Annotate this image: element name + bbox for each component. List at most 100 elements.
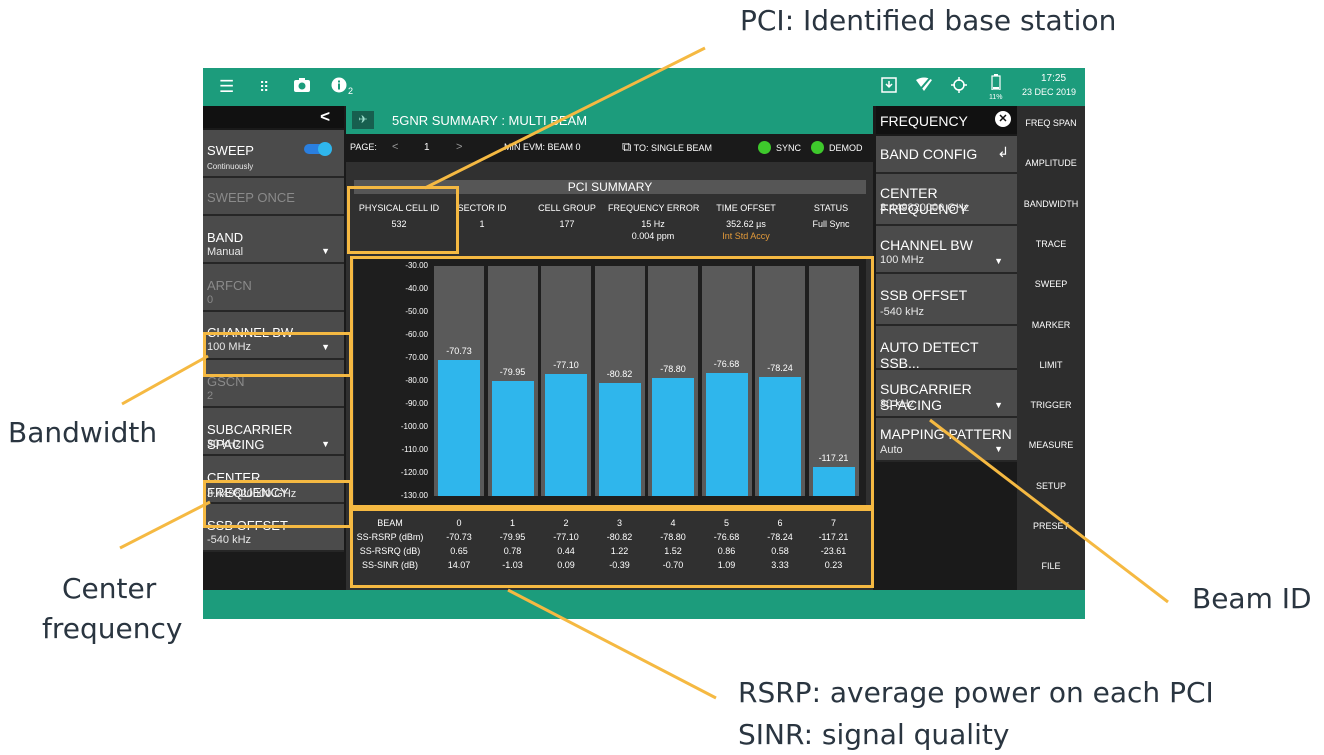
- arfcn-value: 0: [207, 294, 214, 306]
- mapping-pattern-item[interactable]: MAPPING PATTERN Auto ▼: [876, 418, 1017, 462]
- clock-date: 23 DEC 2019: [1022, 87, 1077, 97]
- satellite-icon: ✈: [352, 111, 374, 129]
- back-button[interactable]: <: [203, 106, 344, 128]
- grid-icon[interactable]: ⠿: [259, 79, 269, 96]
- main-menu-strip: FREQ SPAN AMPLITUDE BANDWIDTH TRACE SWEEP MAR…: [1017, 106, 1085, 590]
- chevron-down-icon: ▼: [321, 246, 330, 256]
- gps-icon[interactable]: [951, 77, 967, 98]
- chevron-down-icon: ▼: [994, 256, 1003, 266]
- page-prev-button[interactable]: <: [392, 141, 398, 153]
- rp-ssb-offset-label: SSB OFFSET: [880, 287, 968, 303]
- menu-sweep[interactable]: SWEEP: [1017, 279, 1085, 289]
- sweep-once-label: SWEEP ONCE: [207, 190, 295, 205]
- top-bar: ☰ ⠿ 2 11% 17:25 23 DEC 2019: [203, 68, 1085, 106]
- info-icon[interactable]: [331, 77, 347, 98]
- view-title-bar: ✈ 5GNR SUMMARY : MULTI BEAM: [346, 106, 873, 134]
- rp-center-frequency-value: 3.449820000 GHz: [880, 202, 970, 214]
- demod-label: DEMOD: [829, 143, 863, 153]
- page-bar: PAGE: < 1 > MIN EVM: BEAM 0 ⧉ TO: SINGLE…: [346, 134, 873, 162]
- header-frequency-error: FREQUENCY ERROR: [608, 203, 700, 213]
- clock-time: 17:25: [1041, 73, 1067, 84]
- callout-rsrp: RSRP: average power on each PCI: [738, 676, 1214, 709]
- arfcn-item[interactable]: ARFCN 0: [203, 264, 344, 312]
- min-evm-label: MIN EVM: BEAM 0: [504, 142, 581, 152]
- sweep-item[interactable]: SWEEP Continuously: [203, 130, 344, 178]
- rp-subcarrier-item[interactable]: SUBCARRIER SPACING 30 kHz ▼: [876, 370, 1017, 418]
- chevron-down-icon: ▼: [994, 444, 1003, 454]
- band-item[interactable]: BAND Manual ▼: [203, 216, 344, 264]
- wifi-off-icon[interactable]: [915, 77, 933, 98]
- menu-preset[interactable]: PRESET: [1017, 521, 1085, 531]
- callout-beam-id: Beam ID: [1192, 582, 1312, 615]
- battery-icon: [991, 74, 1001, 95]
- chevron-left-icon: <: [320, 107, 330, 126]
- highlight-channel-bw: [203, 332, 352, 377]
- value-status: Full Sync: [812, 219, 850, 229]
- mapping-pattern-value: Auto: [880, 444, 903, 456]
- rp-subcarrier-value: 30 kHz: [880, 398, 915, 410]
- frequency-panel-header: FREQUENCY ✕: [876, 106, 1017, 134]
- demod-indicator-icon: [811, 141, 824, 154]
- value-time-offset: 352.62 µs: [726, 219, 766, 229]
- view-title: 5GNR SUMMARY : MULTI BEAM: [392, 113, 588, 128]
- sync-indicator-icon: [758, 141, 771, 154]
- external-link-icon: ⧉: [622, 139, 632, 154]
- auto-detect-ssb-button[interactable]: AUTO DETECT SSB...: [876, 326, 1017, 371]
- sweep-once-button[interactable]: SWEEP ONCE: [203, 178, 344, 216]
- subcarrier-value: 30 kHz: [207, 438, 242, 450]
- sync-label: SYNC: [776, 143, 802, 153]
- menu-measure[interactable]: MEASURE: [1017, 440, 1085, 450]
- highlight-center-frequency: [203, 480, 352, 528]
- arfcn-label: ARFCN: [207, 278, 252, 293]
- rp-channel-bw-label: CHANNEL BW: [880, 237, 973, 253]
- header-time-offset: TIME OFFSET: [716, 203, 776, 213]
- chevron-down-icon: ▼: [994, 400, 1003, 410]
- menu-limit[interactable]: LIMIT: [1017, 360, 1085, 370]
- enter-icon: ↲: [997, 144, 1009, 160]
- band-config-button[interactable]: BAND CONFIG ↲: [876, 136, 1017, 174]
- chevron-down-icon: ▼: [321, 439, 330, 449]
- band-value: Manual: [207, 246, 244, 258]
- callout-center-frequency-2: frequency: [42, 612, 183, 645]
- callout-bandwidth: Bandwidth: [8, 416, 158, 449]
- sweep-label: SWEEP: [207, 143, 254, 158]
- menu-freq-span[interactable]: FREQ SPAN: [1017, 118, 1085, 128]
- pci-summary-title: PCI SUMMARY: [567, 180, 653, 194]
- sweep-toggle[interactable]: [304, 142, 332, 156]
- page-label: PAGE:: [350, 142, 377, 152]
- menu-marker[interactable]: MARKER: [1017, 320, 1085, 330]
- value-time-offset-note: Int Std Accy: [722, 231, 770, 241]
- menu-file[interactable]: FILE: [1017, 561, 1085, 571]
- header-cell-group: CELL GROUP: [538, 203, 596, 213]
- close-icon[interactable]: ✕: [995, 111, 1011, 127]
- band-config-label: BAND CONFIG: [880, 146, 978, 162]
- page-value: 1: [424, 142, 430, 153]
- rp-ssb-offset-item[interactable]: SSB OFFSET -540 kHz: [876, 274, 1017, 326]
- rp-center-frequency-item[interactable]: CENTER FREQUENCY 3.449820000 GHz: [876, 174, 1017, 226]
- info-count: 2: [348, 86, 354, 96]
- highlight-table: [350, 508, 874, 588]
- frequency-panel-title: FREQUENCY: [880, 113, 968, 129]
- header-status: STATUS: [813, 203, 849, 213]
- highlight-pci: [347, 186, 459, 254]
- callout-center-frequency-1: Center: [62, 572, 157, 605]
- value-cell-group: 177: [559, 219, 575, 229]
- hamburger-icon[interactable]: ☰: [219, 77, 234, 97]
- value-frequency-error-ppm: 0.004 ppm: [631, 231, 675, 241]
- menu-setup[interactable]: SETUP: [1017, 481, 1085, 491]
- rp-ssb-offset-value: -540 kHz: [880, 306, 925, 318]
- menu-amplitude[interactable]: AMPLITUDE: [1017, 158, 1085, 168]
- to-single-beam-button[interactable]: ⧉ TO: SINGLE BEAM: [622, 139, 712, 155]
- download-icon[interactable]: [881, 77, 897, 98]
- camera-icon[interactable]: [293, 77, 311, 98]
- menu-trigger[interactable]: TRIGGER: [1017, 400, 1085, 410]
- menu-trace[interactable]: TRACE: [1017, 239, 1085, 249]
- gscn-value: 2: [207, 390, 214, 402]
- rp-channel-bw-item[interactable]: CHANNEL BW 100 MHz ▼: [876, 226, 1017, 274]
- callout-pci: PCI: Identified base station: [740, 4, 1117, 37]
- subcarrier-item[interactable]: SUBCARRIER SPACING 30 kHz ▼: [203, 408, 344, 456]
- page-next-button[interactable]: >: [456, 141, 462, 153]
- menu-bandwidth[interactable]: BANDWIDTH: [1017, 199, 1085, 209]
- callout-sinr: SINR: signal quality: [738, 718, 1010, 751]
- right-panel: FREQUENCY ✕ BAND CONFIG ↲ CENTER FREQUEN…: [873, 106, 1017, 590]
